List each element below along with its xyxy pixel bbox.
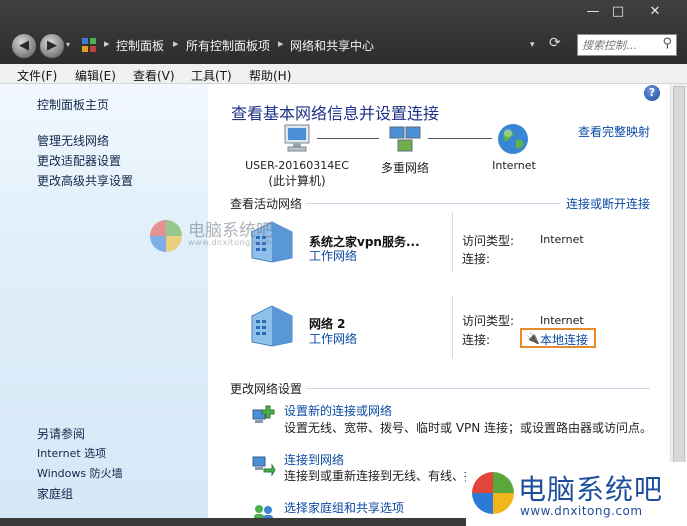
- search-box[interactable]: ⚲: [577, 34, 677, 56]
- computer-icon: [284, 124, 310, 152]
- access-type-value: Internet: [540, 233, 584, 246]
- network-building-icon: [251, 305, 293, 347]
- see-also-homegroup[interactable]: 家庭组: [37, 485, 73, 502]
- change-settings-label: 更改网络设置: [230, 382, 303, 396]
- search-input[interactable]: [582, 37, 652, 53]
- page-title: 查看基本网络信息并设置连接: [231, 104, 440, 123]
- view-full-map-link[interactable]: 查看完整映射: [578, 123, 650, 140]
- back-button[interactable]: ◀: [11, 33, 37, 59]
- menu-view[interactable]: 查看(V): [133, 67, 175, 84]
- homegroup-sharing-link[interactable]: 选择家庭组和共享选项: [284, 499, 404, 516]
- help-icon[interactable]: ?: [644, 85, 660, 101]
- refresh-icon[interactable]: ⟳: [549, 35, 561, 51]
- see-also-title: 另请参阅: [37, 427, 86, 441]
- watermark-large: 电脑系统吧 www.dnxitong.com: [466, 462, 687, 526]
- see-also-firewall[interactable]: Windows 防火墙: [37, 465, 123, 481]
- menu-bar: 文件(F) 编辑(E) 查看(V) 工具(T) 帮助(H): [0, 64, 687, 84]
- internet-label[interactable]: Internet: [486, 159, 542, 172]
- multiple-networks-label[interactable]: 多重网络: [370, 159, 440, 176]
- search-icon[interactable]: ⚲: [662, 36, 672, 51]
- sidebar-item-adapter-settings[interactable]: 更改适配器设置: [37, 152, 121, 169]
- watermark-small: 电脑系统吧 www.dnxitong.com: [148, 216, 298, 262]
- sidebar-item-sharing-settings[interactable]: 更改高级共享设置: [37, 172, 133, 189]
- computer-name-label: USER-20160314EC: [245, 159, 349, 172]
- local-connection-link[interactable]: 🔌 本地连接: [520, 328, 596, 348]
- breadcrumb-separator-icon: ▸: [104, 37, 110, 50]
- breadcrumb-separator-icon: ▸: [173, 37, 179, 50]
- menu-edit[interactable]: 编辑(E): [75, 67, 116, 84]
- connect-network-icon: [252, 456, 276, 477]
- connection-label: 连接:: [462, 333, 491, 347]
- map-connector-line: [428, 138, 492, 139]
- sidebar-item-manage-wireless[interactable]: 管理无线网络: [37, 132, 109, 149]
- windows-logo-icon: [150, 220, 182, 252]
- section-divider: [306, 203, 560, 204]
- local-connection-label: 本地连接: [540, 333, 589, 347]
- multiple-networks-icon: [389, 126, 421, 152]
- new-connection-icon: [252, 405, 275, 423]
- history-dropdown-icon[interactable]: ▾: [66, 40, 70, 49]
- network-type-link[interactable]: 工作网络: [309, 330, 357, 347]
- menu-file[interactable]: 文件(F): [17, 67, 57, 84]
- maximize-button[interactable]: □: [604, 4, 632, 20]
- address-dropdown-icon[interactable]: ▾: [530, 40, 535, 50]
- access-type-label: 访问类型:: [462, 234, 515, 248]
- section-divider: [306, 388, 650, 389]
- arrow-right-icon: ▶: [47, 38, 57, 53]
- arrow-left-icon: ◀: [19, 38, 29, 53]
- vertical-scrollbar[interactable]: [670, 84, 687, 518]
- watermark-url: www.dnxitong.com: [520, 504, 643, 518]
- connect-to-network-link[interactable]: 连接到网络: [284, 451, 344, 468]
- scrollbar-thumb[interactable]: [673, 86, 685, 476]
- setup-new-connection-link[interactable]: 设置新的连接或网络: [284, 402, 392, 419]
- connection-label: 连接:: [462, 252, 491, 266]
- menu-help[interactable]: 帮助(H): [249, 67, 291, 84]
- breadcrumb-network-center[interactable]: 网络和共享中心: [290, 37, 374, 54]
- control-panel-icon: [82, 38, 96, 52]
- watermark-url: www.dnxitong.com: [188, 238, 273, 247]
- windows-logo-icon: [472, 472, 514, 514]
- close-button[interactable]: ✕: [641, 4, 669, 20]
- access-type-label: 访问类型:: [462, 314, 515, 328]
- breadcrumb-all-items[interactable]: 所有控制面板项: [186, 37, 270, 54]
- globe-icon: [498, 124, 528, 154]
- connect-disconnect-link[interactable]: 连接或断开连接: [566, 195, 650, 212]
- access-type-value: Internet: [540, 314, 584, 327]
- breadcrumb-control-panel[interactable]: 控制面板: [116, 37, 164, 54]
- active-networks-label: 查看活动网络: [230, 197, 303, 211]
- network-adapter-icon: 🔌: [526, 332, 540, 345]
- title-bar: — □ ✕ ◀ ▶ ▾ ▸ 控制面板 ▸ 所有控制面板项 ▸ 网络和共享中心 ▾…: [0, 0, 687, 64]
- this-computer-label: (此计算机): [268, 174, 326, 188]
- sidebar-item-home[interactable]: 控制面板主页: [37, 96, 109, 113]
- network-type-link[interactable]: 工作网络: [309, 247, 357, 264]
- map-connector-line: [317, 138, 379, 139]
- setup-new-connection-desc: 设置无线、宽带、拨号、临时或 VPN 连接；或设置路由器或访问点。: [284, 421, 653, 435]
- watermark-title: 电脑系统吧: [518, 473, 664, 506]
- see-also-internet-options[interactable]: Internet 选项: [37, 445, 106, 461]
- column-divider: [452, 212, 453, 272]
- column-divider: [452, 296, 453, 358]
- breadcrumb-separator-icon: ▸: [278, 37, 284, 50]
- main-content: [208, 84, 670, 518]
- forward-button[interactable]: ▶: [39, 33, 65, 59]
- menu-tools[interactable]: 工具(T): [191, 67, 232, 84]
- minimize-button[interactable]: —: [579, 4, 607, 20]
